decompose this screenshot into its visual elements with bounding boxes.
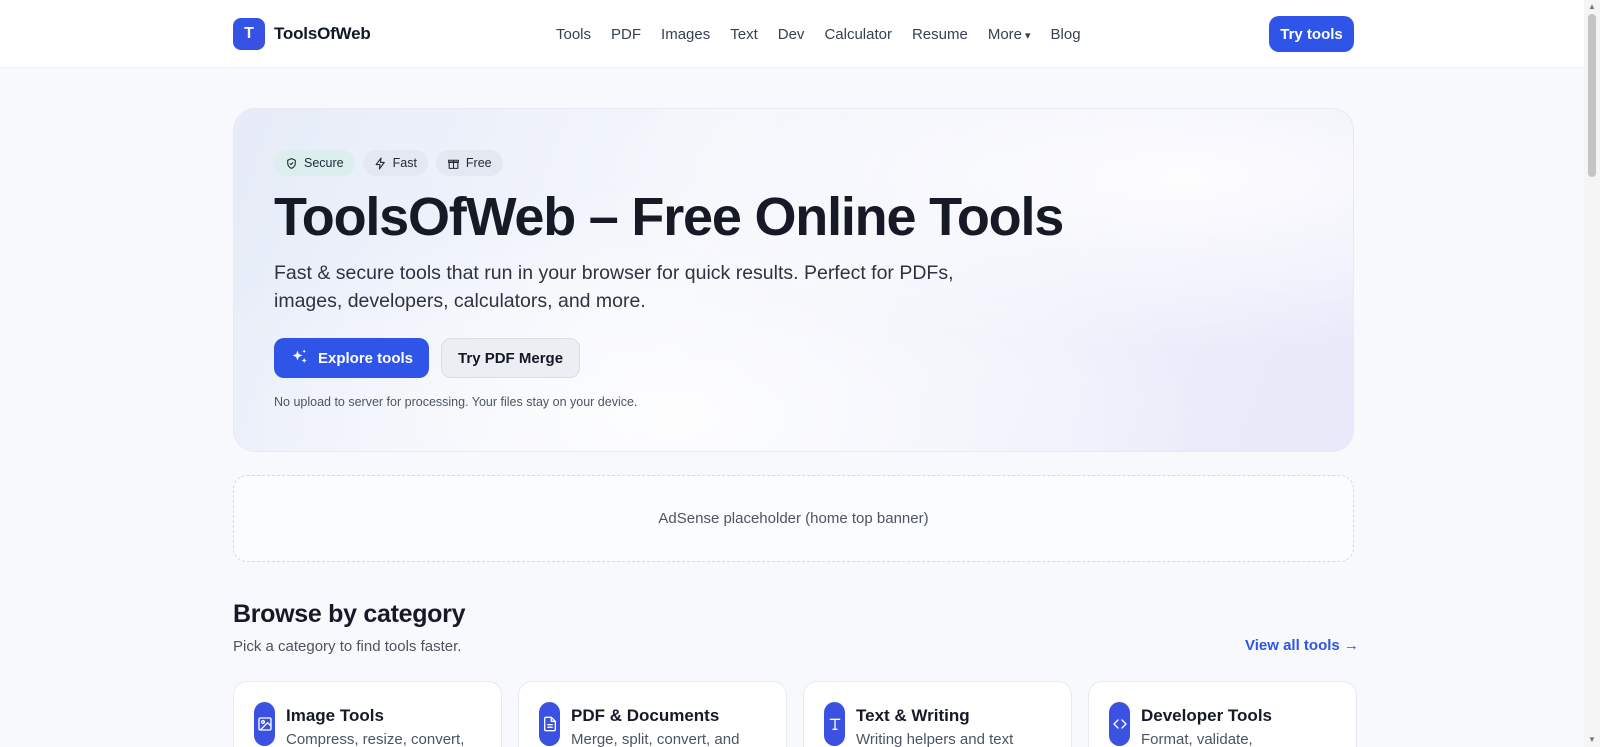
category-icon-wrap [1109,702,1130,746]
hero-badges: Secure Fast Free [274,150,503,176]
page-scrollbar[interactable]: ▲ ▼ [1584,0,1600,747]
lightning-icon [375,157,385,169]
free-badge: Free [435,150,503,176]
scroll-up-arrow-icon[interactable]: ▲ [1588,3,1596,11]
hero-subtitle: Fast & secure tools that run in your bro… [274,262,954,312]
card-description: Compress, resize, convert, [286,731,465,747]
nav-text[interactable]: Text [730,26,758,43]
card-description: Format, validate, [1141,731,1253,747]
ad-placeholder: AdSense placeholder (home top banner) [233,475,1354,562]
brand-name: ToolsOfWeb [274,24,371,43]
scroll-down-arrow-icon[interactable]: ▼ [1588,736,1596,744]
explore-tools-button[interactable]: Explore tools [274,338,430,378]
nav-images[interactable]: Images [661,26,710,43]
category-icon-wrap [254,702,275,746]
hero-section: Secure Fast Free ToolsOfWeb – Free Onlin… [233,108,1354,452]
sparkles-icon [292,349,307,363]
try-pdf-merge-button[interactable]: Try PDF Merge [441,338,581,378]
explore-tools-label: Explore tools [318,349,414,367]
text-icon [829,718,840,730]
nav-calculator[interactable]: Calculator [824,26,892,43]
nav-more[interactable]: More ▾ [988,26,1031,43]
nav-pdf[interactable]: PDF [611,26,641,43]
fast-badge-label: Fast [392,156,417,170]
nav-tools[interactable]: Tools [556,26,591,43]
document-icon [543,716,556,732]
card-title: Text & Writing [856,706,970,725]
gift-icon [448,159,459,169]
category-card-pdf[interactable]: PDF & Documents Merge, split, convert, a… [518,681,787,747]
category-icon-wrap [824,702,845,746]
fast-badge: Fast [362,150,428,176]
try-tools-button[interactable]: Try tools [1269,16,1354,52]
page-title: ToolsOfWeb – Free Online Tools [274,187,1064,247]
nav-blog[interactable]: Blog [1051,26,1081,43]
brand-link[interactable]: T ToolsOfWeb [233,18,371,50]
category-cards: Image Tools Compress, resize, convert, P… [233,681,1357,747]
card-title: Image Tools [286,706,384,725]
category-icon-wrap [539,702,560,746]
hero-actions: Explore tools Try PDF Merge [274,338,581,378]
secure-badge: Secure [274,150,355,176]
category-card-text[interactable]: Text & Writing Writing helpers and text [803,681,1072,747]
chevron-down-icon: ▾ [1025,29,1031,42]
nav-resume[interactable]: Resume [912,26,968,43]
card-title: Developer Tools [1141,706,1272,725]
nav-dev[interactable]: Dev [778,26,805,43]
browse-subtitle: Pick a category to find tools faster. [233,638,462,655]
image-icon [257,717,272,731]
card-description: Merge, split, convert, and [571,731,740,747]
code-icon [1112,719,1127,729]
main-nav: Tools PDF Images Text Dev Calculator Res… [556,22,1081,46]
site-header: T ToolsOfWeb Tools PDF Images Text Dev C… [0,0,1584,68]
category-card-image-tools[interactable]: Image Tools Compress, resize, convert, [233,681,502,747]
browse-title: Browse by category [233,600,466,628]
free-badge-label: Free [465,156,492,170]
category-card-developer[interactable]: Developer Tools Format, validate, [1088,681,1357,747]
nav-more-label: More [987,25,1023,43]
secure-badge-label: Secure [304,156,344,170]
scrollbar-thumb[interactable] [1588,14,1596,177]
privacy-note: No upload to server for processing. Your… [274,395,638,409]
shield-icon [287,157,296,169]
card-description: Writing helpers and text [856,731,1014,747]
view-all-tools-link[interactable]: View all tools → [1245,637,1359,654]
brand-logo: T [233,18,265,50]
card-title: PDF & Documents [571,706,720,725]
